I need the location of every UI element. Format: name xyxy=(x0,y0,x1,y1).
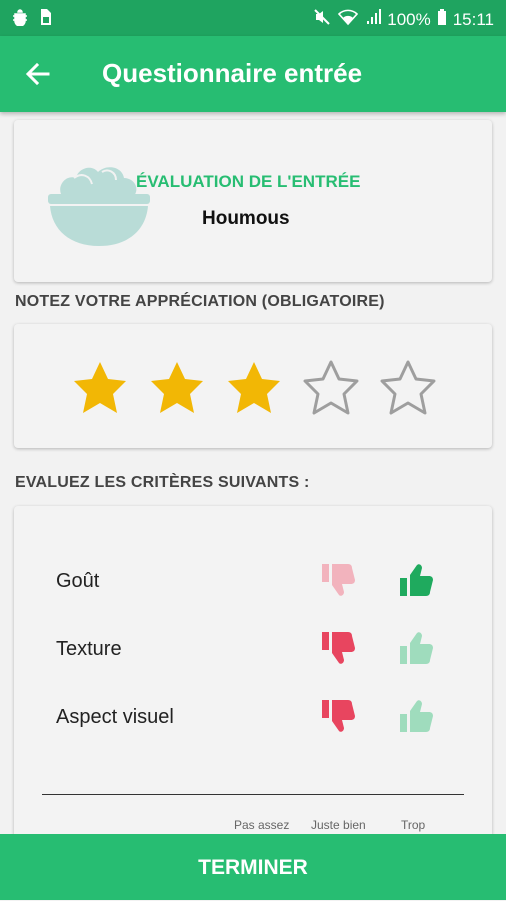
signal-icon xyxy=(365,8,382,31)
criteria-title: EVALUEZ LES CRITÈRES SUIVANTS : xyxy=(15,474,310,491)
rating-card xyxy=(14,324,492,448)
criterion-row: Aspect visuel xyxy=(14,698,492,738)
criterion-row: Texture xyxy=(14,630,492,670)
scale-divider xyxy=(42,794,464,795)
thumb-up-icon[interactable] xyxy=(398,562,436,598)
evaluation-label: ÉVALUATION DE L'ENTRÉE xyxy=(136,172,361,191)
app-bar: Questionnaire entrée xyxy=(0,36,506,112)
battery-text: 100% xyxy=(387,9,431,29)
thumb-up-icon[interactable] xyxy=(398,698,436,734)
clock: 15:11 xyxy=(452,9,494,29)
criterion-label: Texture xyxy=(56,638,122,660)
thumb-down-icon[interactable] xyxy=(320,562,358,598)
thumb-up-icon[interactable] xyxy=(398,630,436,666)
status-bar: 100% 15:11 xyxy=(0,0,506,36)
scale-label: Trop xyxy=(401,818,426,832)
scale-label: Juste bien xyxy=(311,818,366,832)
star-icon[interactable] xyxy=(303,360,359,416)
star-icon[interactable] xyxy=(72,360,128,416)
criteria-card: Goût Texture Aspect visuel Pas assez Jus… xyxy=(14,506,492,846)
salad-bowl-icon xyxy=(44,148,154,252)
thumb-down-icon[interactable] xyxy=(320,698,358,734)
thumb-down-icon[interactable] xyxy=(320,630,358,666)
dish-card: ÉVALUATION DE L'ENTRÉE Houmous xyxy=(14,120,492,282)
criterion-label: Aspect visuel xyxy=(56,706,174,728)
star-icon[interactable] xyxy=(226,360,282,416)
wifi-icon xyxy=(337,8,359,31)
star-icon[interactable] xyxy=(149,360,205,416)
dish-name: Houmous xyxy=(202,208,290,229)
mute-icon xyxy=(313,8,331,31)
page-title: Questionnaire entrée xyxy=(102,58,363,88)
criterion-row: Goût xyxy=(14,562,492,602)
finish-button[interactable]: TERMINER xyxy=(0,834,506,900)
bug-icon xyxy=(12,8,28,31)
scale-label: Pas assez xyxy=(234,818,290,832)
battery-icon xyxy=(437,8,447,31)
rating-title: NOTEZ VOTRE APPRÉCIATION (OBLIGATOIRE) xyxy=(15,293,385,310)
star-rating xyxy=(72,360,436,416)
criterion-label: Goût xyxy=(56,570,100,592)
arrow-left-icon[interactable] xyxy=(22,58,54,90)
sim-card-icon xyxy=(38,8,52,31)
star-icon[interactable] xyxy=(380,360,436,416)
